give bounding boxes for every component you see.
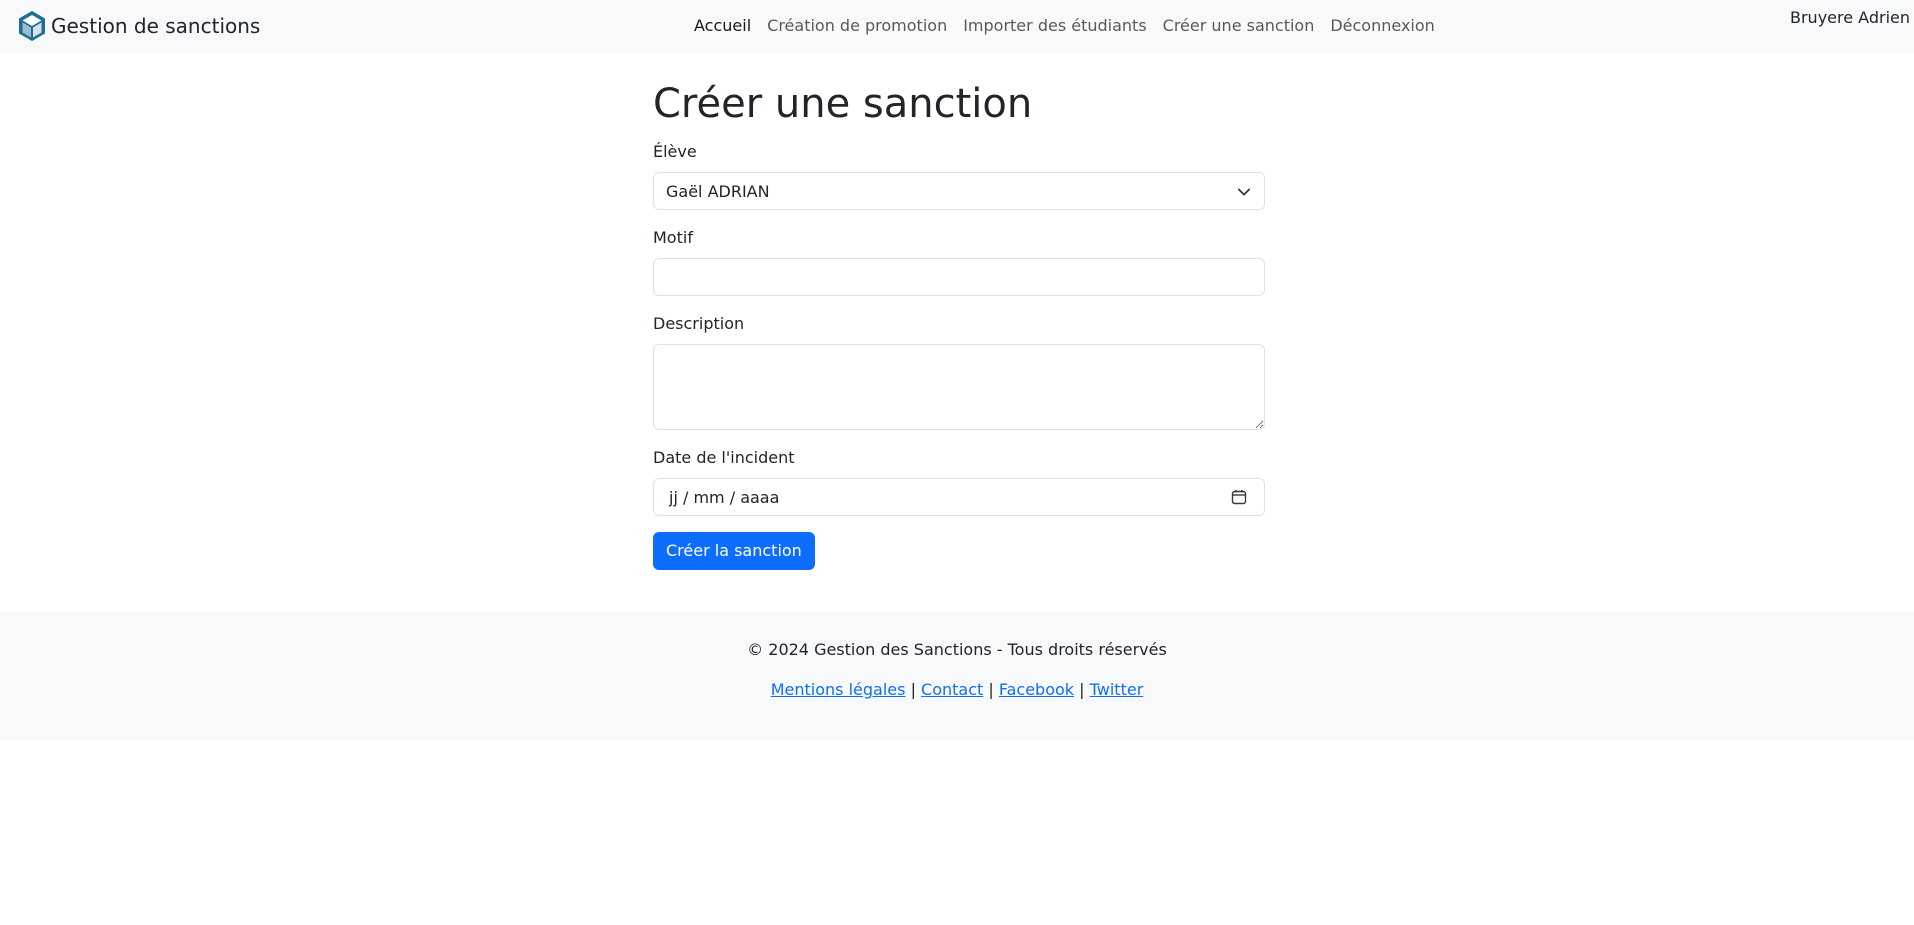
date-input[interactable]: jj / mm / aaaa — [653, 478, 1265, 516]
student-label: Élève — [653, 142, 697, 161]
main-nav: Accueil Création de promotion Importer d… — [694, 16, 1435, 36]
page-title: Créer une sanction — [653, 81, 1033, 127]
date-label: Date de l'incident — [653, 448, 795, 467]
submit-sanction-button[interactable]: Créer la sanction — [653, 532, 815, 570]
chevron-down-icon — [1237, 188, 1251, 196]
footer-separator: | — [910, 680, 916, 699]
brand-name: Gestion de sanctions — [51, 14, 261, 38]
description-textarea[interactable] — [653, 344, 1265, 430]
footer-links: Mentions légales | Contact | Facebook | … — [0, 678, 1914, 702]
motif-input[interactable] — [653, 258, 1265, 296]
nav-link-importer-etudiants[interactable]: Importer des étudiants — [963, 16, 1146, 36]
footer-separator: | — [1079, 680, 1085, 699]
date-placeholder: jj / mm / aaaa — [669, 487, 780, 507]
description-label: Description — [653, 314, 745, 333]
calendar-icon[interactable] — [1231, 489, 1247, 505]
navbar: Gestion de sanctions Accueil Création de… — [0, 0, 1914, 53]
sanction-form: Créer une sanction Élève Gaël ADRIAN Mot… — [653, 80, 1265, 570]
description-field: Description — [653, 312, 1265, 430]
footer-link-mentions-legales[interactable]: Mentions légales — [771, 680, 906, 699]
current-user: Bruyere Adrien — [1790, 8, 1910, 27]
motif-field: Motif — [653, 226, 1265, 296]
cube-icon — [19, 11, 45, 41]
footer-link-facebook[interactable]: Facebook — [999, 680, 1074, 699]
nav-link-deconnexion[interactable]: Déconnexion — [1330, 16, 1434, 36]
nav-link-creer-sanction[interactable]: Créer une sanction — [1163, 16, 1315, 36]
student-selected-value: Gaël ADRIAN — [666, 181, 770, 201]
brand-link[interactable]: Gestion de sanctions — [16, 10, 260, 42]
footer-link-contact[interactable]: Contact — [921, 680, 983, 699]
nav-link-accueil[interactable]: Accueil — [694, 16, 751, 36]
form-actions: Créer la sanction — [653, 532, 1265, 570]
student-select[interactable]: Gaël ADRIAN — [653, 172, 1265, 210]
date-field: Date de l'incident jj / mm / aaaa — [653, 446, 1265, 516]
student-field: Élève Gaël ADRIAN — [653, 140, 1265, 210]
nav-link-creation-promotion[interactable]: Création de promotion — [767, 16, 947, 36]
footer-link-twitter[interactable]: Twitter — [1090, 680, 1144, 699]
motif-label: Motif — [653, 228, 693, 247]
footer-separator: | — [988, 680, 994, 699]
copyright-text: © 2024 Gestion des Sanctions - Tous droi… — [747, 640, 1167, 659]
footer: © 2024 Gestion des Sanctions - Tous droi… — [0, 612, 1914, 740]
